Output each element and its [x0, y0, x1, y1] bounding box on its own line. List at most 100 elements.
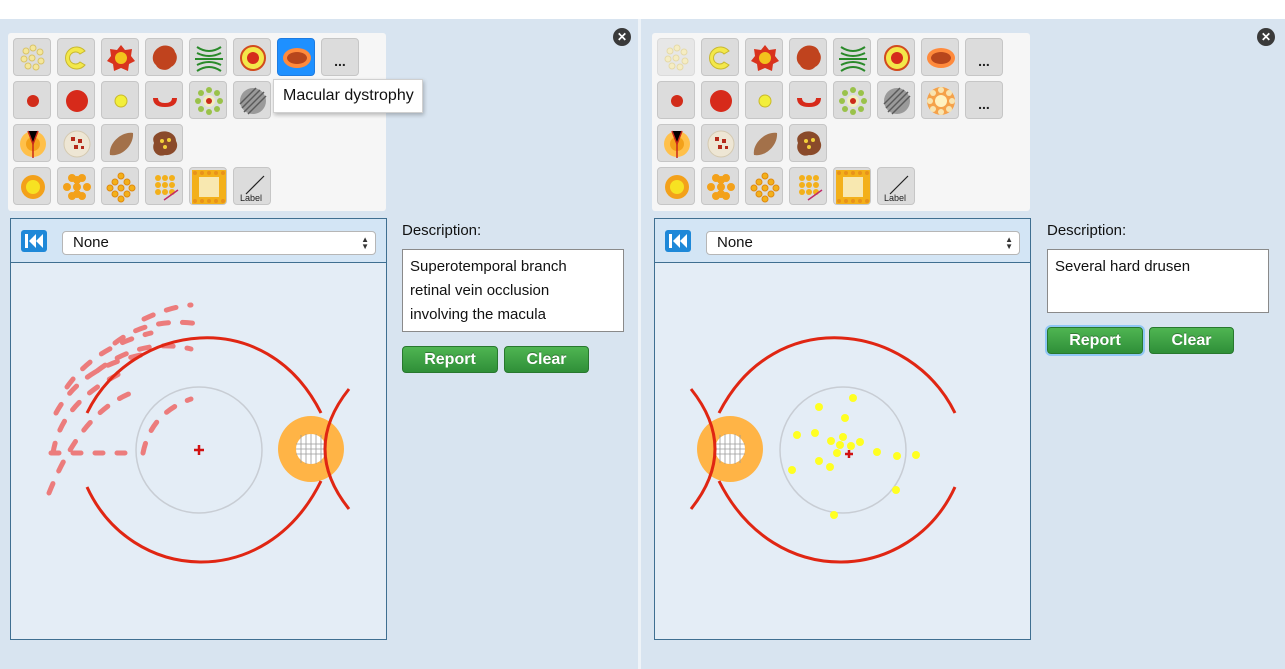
- vitreous-haemorrhage-tool[interactable]: [701, 124, 739, 162]
- grid-laser-icon: [155, 175, 179, 201]
- doodle-select-value: None: [717, 234, 753, 251]
- grid-laser-icon: [799, 175, 823, 201]
- cotton-wool-spot-icon: [797, 98, 821, 107]
- description-line: involving the macula: [410, 306, 546, 323]
- macula-outline: [779, 386, 907, 514]
- blot-haemorrhage-tool[interactable]: [701, 81, 739, 119]
- right-eye-panel: ✕ ... ... Label None ▲ ▼ Description: Se…: [641, 19, 1285, 669]
- macular-dystrophy-tool[interactable]: [921, 38, 959, 76]
- laser-spot-icon: [21, 175, 45, 199]
- haemorrhage-tool[interactable]: [101, 38, 139, 76]
- fovea-icon[interactable]: [194, 445, 204, 455]
- striae-tool[interactable]: [833, 38, 871, 76]
- hard-exudate-icon: [114, 94, 128, 108]
- prp-tool[interactable]: [57, 167, 95, 205]
- rewind-icon[interactable]: [665, 230, 691, 252]
- laser-spot-icon: [665, 175, 689, 199]
- circinate-tool[interactable]: [101, 124, 139, 162]
- top-bar: [0, 0, 1285, 19]
- laser-spot-tool[interactable]: [13, 167, 51, 205]
- fundus-drawing[interactable]: [11, 263, 386, 639]
- crescent-icon: [709, 46, 730, 70]
- microaneurysm-tool[interactable]: [657, 81, 695, 119]
- rewind-icon[interactable]: [21, 230, 47, 252]
- hard-exudate-tool[interactable]: [101, 81, 139, 119]
- optic-disc-icon[interactable]: [697, 416, 763, 482]
- drusen-tool[interactable]: [13, 38, 51, 76]
- cnv-tool[interactable]: [13, 124, 51, 162]
- choroidal-nevus-tool[interactable]: [189, 81, 227, 119]
- cotton-wool-spot-tool[interactable]: [145, 81, 183, 119]
- cotton-wool-spot-tool[interactable]: [789, 81, 827, 119]
- vitreous-haemorrhage-tool[interactable]: [57, 124, 95, 162]
- description-line: Superotemporal branch: [410, 258, 567, 275]
- blot-haemorrhage-tool[interactable]: [57, 81, 95, 119]
- description-line: Several hard drusen: [1055, 258, 1191, 275]
- prp-icon: [707, 174, 735, 200]
- focal-laser-tool[interactable]: [745, 167, 783, 205]
- microaneurysm-tool[interactable]: [13, 81, 51, 119]
- more-tools-button[interactable]: ...: [965, 38, 1003, 76]
- circinate-tool[interactable]: [745, 124, 783, 162]
- prp-icon: [63, 174, 91, 200]
- prp-tool[interactable]: [701, 167, 739, 205]
- macular-dystrophy-tool[interactable]: [277, 38, 315, 76]
- fovea-icon[interactable]: [845, 450, 853, 458]
- clear-button[interactable]: Clear: [1149, 327, 1234, 354]
- choroidal-nevus-tool[interactable]: [833, 81, 871, 119]
- bulls-eye-icon: [927, 87, 955, 115]
- description-textarea[interactable]: Superotemporal branch retinal vein occlu…: [402, 249, 624, 332]
- macular-hole-tool[interactable]: [233, 38, 271, 76]
- description-textarea[interactable]: Several hard drusen: [1047, 249, 1269, 313]
- doodle-select[interactable]: None ▲ ▼: [62, 231, 376, 255]
- grid-laser-tool[interactable]: [145, 167, 183, 205]
- cnv-tool[interactable]: [657, 124, 695, 162]
- close-panel-button[interactable]: ✕: [1257, 28, 1275, 46]
- macular-grid-tool[interactable]: [833, 167, 871, 205]
- select-arrows-icon: ▲ ▼: [1005, 235, 1013, 251]
- pigmentation-tool[interactable]: [877, 81, 915, 119]
- pigment-scar-tool[interactable]: [789, 124, 827, 162]
- close-panel-button[interactable]: ✕: [613, 28, 631, 46]
- striae-tool[interactable]: [189, 38, 227, 76]
- doodle-toolbox: ... ... Label: [652, 33, 1030, 211]
- pigmentation-tool[interactable]: [233, 81, 271, 119]
- macular-hole-tool[interactable]: [877, 38, 915, 76]
- crescent-tool[interactable]: [57, 38, 95, 76]
- bulls-eye-tool[interactable]: [921, 81, 959, 119]
- report-button[interactable]: Report: [1047, 327, 1143, 354]
- retinal-haemorrhage-tool[interactable]: [789, 38, 827, 76]
- hard-exudate-icon: [758, 94, 772, 108]
- crescent-tool[interactable]: [701, 38, 739, 76]
- pigment-scar-tool[interactable]: [145, 124, 183, 162]
- label-tool[interactable]: Label: [233, 167, 271, 205]
- blot-haemorrhage-icon: [710, 90, 732, 112]
- vitreous-haemorrhage-icon: [707, 130, 735, 158]
- drusen-icon[interactable]: [788, 394, 920, 519]
- macular-dystrophy-icon: [283, 48, 311, 68]
- optic-disc-icon[interactable]: [278, 416, 344, 482]
- pigmentation-icon: [883, 87, 911, 115]
- label-tool[interactable]: Label: [877, 167, 915, 205]
- more-tools-button[interactable]: ...: [965, 81, 1003, 119]
- laser-spot-tool[interactable]: [657, 167, 695, 205]
- grid-laser-tool[interactable]: [789, 167, 827, 205]
- haemorrhage-tool[interactable]: [745, 38, 783, 76]
- doodle-select[interactable]: None ▲ ▼: [706, 231, 1020, 255]
- microaneurysm-icon: [671, 95, 683, 107]
- focal-laser-icon: [750, 172, 780, 203]
- macular-hole-icon: [240, 45, 266, 71]
- hard-exudate-tool[interactable]: [745, 81, 783, 119]
- more-tools-button[interactable]: ...: [321, 38, 359, 76]
- bvo-haemorrhage-icon[interactable]: [46, 302, 209, 496]
- clear-button[interactable]: Clear: [504, 346, 589, 373]
- pigmentation-icon: [239, 87, 267, 115]
- fundus-drawing[interactable]: [655, 263, 1030, 639]
- retinal-haemorrhage-icon: [796, 45, 821, 70]
- retinal-haemorrhage-tool[interactable]: [145, 38, 183, 76]
- drusen-tool[interactable]: [657, 38, 695, 76]
- report-button[interactable]: Report: [402, 346, 498, 373]
- striae-icon: [195, 46, 223, 72]
- focal-laser-tool[interactable]: [101, 167, 139, 205]
- macular-grid-tool[interactable]: [189, 167, 227, 205]
